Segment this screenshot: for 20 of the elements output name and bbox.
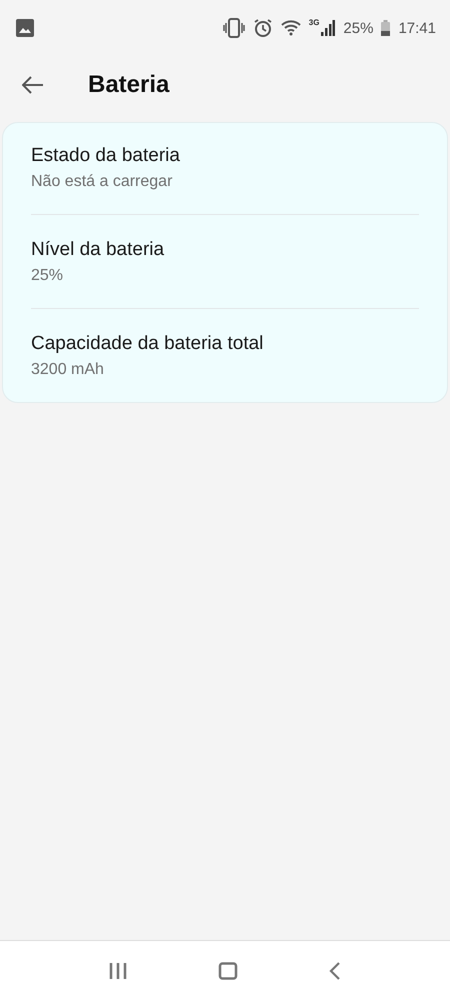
network-type: 3G	[308, 18, 320, 27]
item-title: Estado da bateria	[31, 145, 181, 167]
back-button[interactable]	[22, 76, 44, 94]
image-icon	[16, 19, 34, 37]
signal-icon	[321, 20, 336, 36]
battery-percent: 25%	[343, 20, 374, 36]
battery-icon	[381, 20, 390, 36]
item-title: Nível da bateria	[31, 239, 166, 261]
item-value: Não está a carregar	[31, 173, 174, 191]
item-value: 3200 mAh	[31, 361, 105, 379]
item-title: Capacidade da bateria total	[31, 333, 264, 355]
wifi-icon	[280, 19, 301, 37]
alarm-icon	[252, 18, 273, 38]
page-title: Bateria	[88, 71, 170, 99]
vibrate-icon	[222, 18, 245, 38]
item-value: 25%	[31, 267, 64, 285]
back-nav-button[interactable]	[328, 960, 342, 980]
recent-apps-button[interactable]	[108, 962, 128, 980]
home-button[interactable]	[218, 962, 238, 980]
clock: 17:41	[398, 20, 436, 36]
